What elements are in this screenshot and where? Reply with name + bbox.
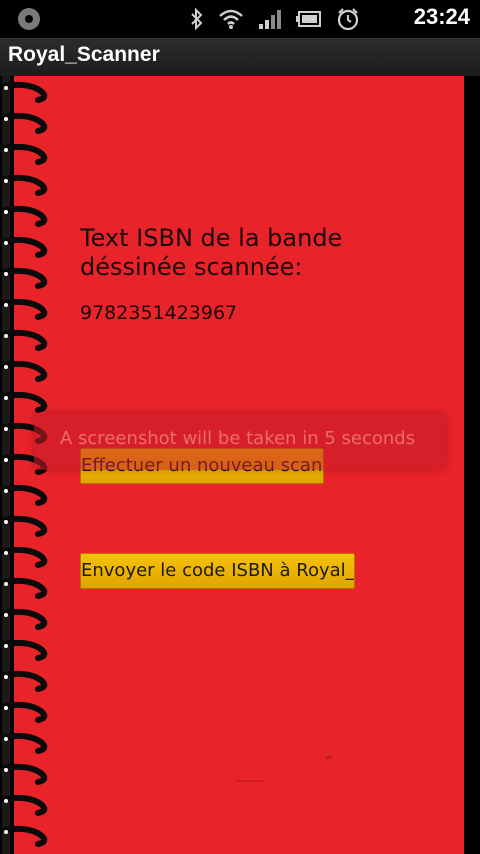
app-title: Royal_Scanner (8, 43, 160, 66)
spiral-ring (1, 298, 48, 320)
spiral-ring (1, 515, 48, 537)
spiral-ring (1, 143, 48, 165)
notebook-edge (464, 76, 480, 854)
spiral-hole (4, 830, 8, 834)
spiral-ring (1, 112, 48, 134)
spiral-hole (4, 675, 8, 679)
spiral-hole (4, 303, 8, 307)
spiral-ring (1, 236, 48, 258)
spiral-ring (1, 639, 48, 661)
notebook-background: Text ISBN de la bande déssinée scannée: … (0, 76, 480, 854)
spiral-hole (4, 551, 8, 555)
spiral-hole (4, 644, 8, 648)
alarm-clock-icon (336, 6, 360, 32)
spiral-hole (4, 334, 8, 338)
spiral-hole (4, 241, 8, 245)
send-isbn-button[interactable]: Envoyer le code ISBN à Royal_ (80, 553, 355, 589)
spiral-hole (4, 582, 8, 586)
spiral-ring (1, 81, 48, 103)
spiral-hole (4, 365, 8, 369)
spiral-ring (1, 391, 48, 413)
spiral-hole (4, 458, 8, 462)
spiral-hole (4, 272, 8, 276)
status-icons (190, 6, 360, 32)
spiral-ring (1, 577, 48, 599)
spiral-hole (4, 737, 8, 741)
toast-notification: A screenshot will be taken in 5 seconds (34, 412, 446, 470)
spiral-ring (1, 701, 48, 723)
paper-mark (236, 780, 264, 782)
spiral-hole (4, 520, 8, 524)
spiral-ring (1, 360, 48, 382)
toast-message: A screenshot will be taken in 5 seconds (60, 428, 416, 449)
spiral-hole (4, 489, 8, 493)
spiral-ring (1, 267, 48, 289)
spiral-ring (1, 484, 48, 506)
spiral-ring (1, 205, 48, 227)
wifi-icon (218, 6, 244, 32)
spiral-ring (1, 732, 48, 754)
bluetooth-icon (190, 6, 204, 32)
spiral-hole (4, 768, 8, 772)
spiral-ring (1, 329, 48, 351)
spiral-hole (4, 706, 8, 710)
spiral-hole (4, 427, 8, 431)
spiral-hole (4, 86, 8, 90)
spiral-ring (1, 174, 48, 196)
spiral-ring (1, 608, 48, 630)
spiral-ring (1, 794, 48, 816)
isbn-value: 9782351423967 (80, 302, 238, 324)
status-clock: 23:24 (413, 4, 470, 29)
send-isbn-button-label: Envoyer le code ISBN à Royal_ (81, 559, 355, 581)
spiral-ring (1, 670, 48, 692)
isbn-heading: Text ISBN de la bande déssinée scannée: (80, 224, 343, 281)
spiral-ring (1, 825, 48, 847)
spiral-hole (4, 799, 8, 803)
signal-icon (258, 6, 282, 32)
app-notification-icon[interactable] (18, 8, 40, 30)
spiral-hole (4, 179, 8, 183)
battery-icon (296, 6, 322, 32)
spiral-hole (4, 148, 8, 152)
spiral-ring (1, 546, 48, 568)
spiral-hole (4, 117, 8, 121)
spiral-hole (4, 396, 8, 400)
spiral-hole (4, 210, 8, 214)
status-bar: 23:24 (0, 0, 480, 38)
spiral-hole (4, 613, 8, 617)
spiral-ring (1, 763, 48, 785)
title-bar: Royal_Scanner (0, 38, 480, 77)
